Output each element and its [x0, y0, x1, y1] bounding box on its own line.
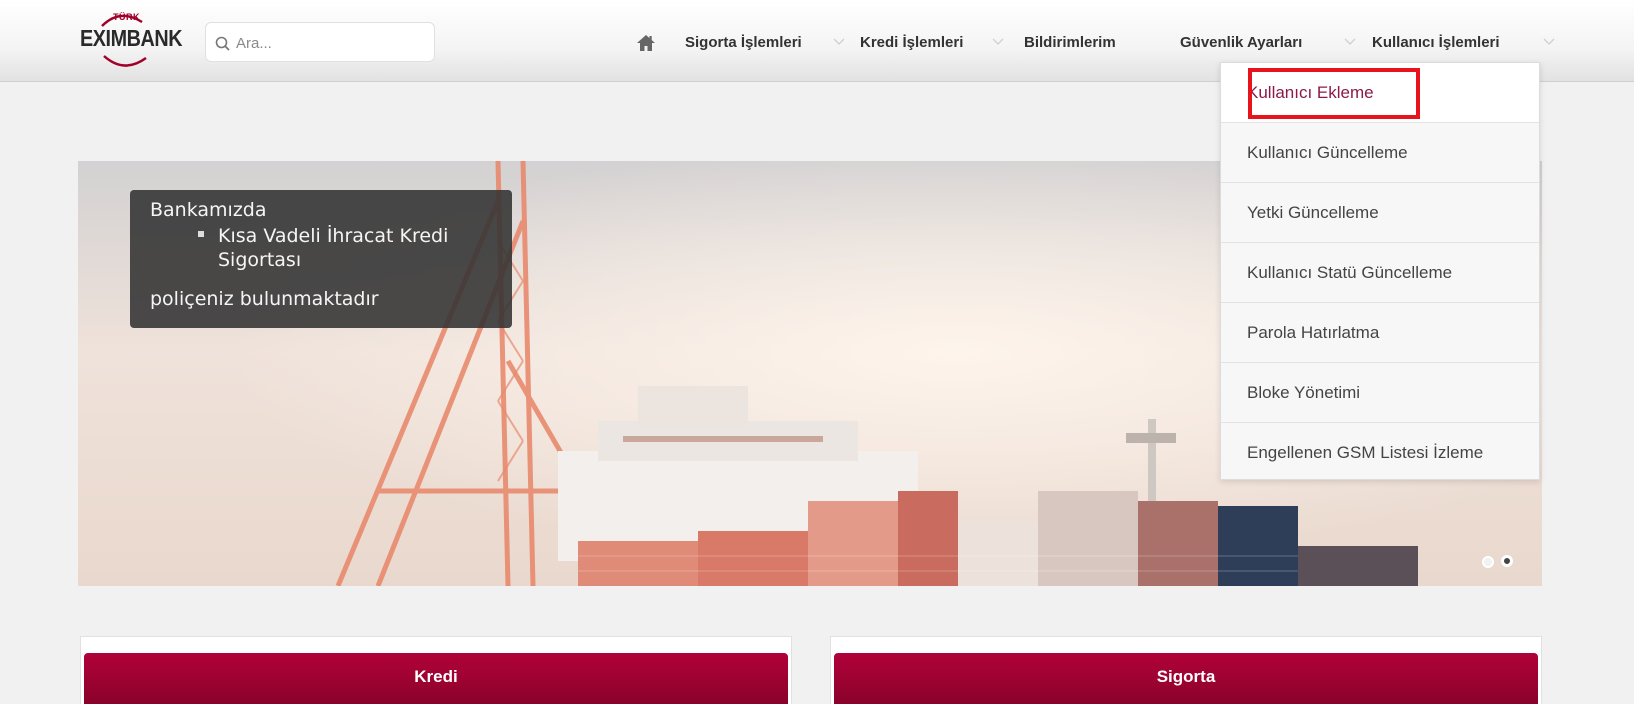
nav-sigorta-islemleri[interactable]: Sigorta İşlemleri: [685, 34, 802, 51]
slide-dot-2-active[interactable]: [1501, 555, 1513, 567]
home-icon[interactable]: [636, 33, 656, 53]
caption-line-3: poliçeniz bulunmaktadır: [150, 288, 379, 310]
menu-item-parola-hatirlatma[interactable]: Parola Hatırlatma: [1221, 303, 1539, 363]
slide-caption: Bankamızda Kısa Vadeli İhracat Kredi Sig…: [130, 190, 512, 328]
eximbank-logo[interactable]: TÜRK EXIMBANK: [80, 12, 182, 74]
chevron-down-icon: [1344, 38, 1356, 45]
menu-item-bloke-yonetimi[interactable]: Bloke Yönetimi: [1221, 363, 1539, 423]
chevron-down-icon: [992, 38, 1004, 45]
search-icon: [215, 36, 230, 51]
bullet-icon: [198, 230, 204, 237]
logo-top-text: TÜRK: [113, 12, 140, 22]
menu-item-kullanici-statu-guncelleme[interactable]: Kullanıcı Statü Güncelleme: [1221, 243, 1539, 303]
nav-bildirimlerim[interactable]: Bildirimlerim: [1024, 34, 1116, 51]
menu-item-kullanici-guncelleme[interactable]: Kullanıcı Güncelleme: [1221, 123, 1539, 183]
nav-guvenlik-ayarlari[interactable]: Güvenlik Ayarları: [1180, 34, 1302, 51]
search-box[interactable]: [205, 22, 435, 62]
sigorta-panel: Sigorta: [830, 636, 1542, 704]
kredi-panel: Kredi: [80, 636, 792, 704]
caption-bullet-text: Kısa Vadeli İhracat Kredi: [218, 225, 449, 247]
menu-item-yetki-guncelleme[interactable]: Yetki Güncelleme: [1221, 183, 1539, 243]
caption-bullet-text-cont: Sigortası: [218, 249, 302, 271]
slide-dot-1[interactable]: [1482, 556, 1494, 568]
logo-main-text: EXIMBANK: [80, 25, 183, 51]
search-input[interactable]: [236, 31, 426, 55]
caption-bullet-list: Kısa Vadeli İhracat Kredi Sigortası: [198, 222, 492, 274]
sigorta-panel-header[interactable]: Sigorta: [834, 653, 1538, 704]
kullanici-islemleri-dropdown: Kullanıcı Ekleme Kullanıcı Güncelleme Ye…: [1220, 62, 1540, 480]
menu-item-engellenen-gsm-listesi[interactable]: Engellenen GSM Listesi İzleme: [1221, 423, 1539, 483]
menu-item-kullanici-ekleme[interactable]: Kullanıcı Ekleme: [1221, 63, 1539, 123]
nav-kullanici-islemleri[interactable]: Kullanıcı İşlemleri: [1372, 34, 1500, 51]
kredi-panel-header[interactable]: Kredi: [84, 653, 788, 704]
nav-kredi-islemleri[interactable]: Kredi İşlemleri: [860, 34, 963, 51]
caption-line-1: Bankamızda: [150, 199, 267, 221]
chevron-down-icon: [833, 38, 845, 45]
chevron-down-icon: [1543, 38, 1555, 45]
